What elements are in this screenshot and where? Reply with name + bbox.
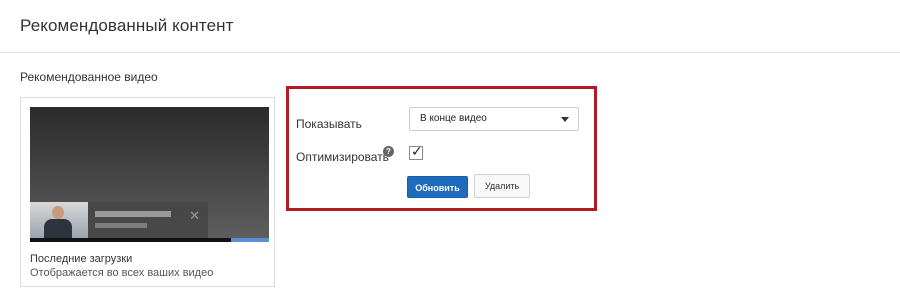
optimize-label: Оптимизировать <box>296 150 389 164</box>
settings-panel: Показывать В конце видео Оптимизировать … <box>286 86 597 211</box>
overlay-placeholder-line <box>95 211 171 217</box>
checkmark-icon: ✓ <box>411 143 423 159</box>
card-title: Последние загрузки <box>30 253 133 265</box>
overlay-placeholder-line <box>95 223 147 228</box>
presenter-head <box>52 206 64 219</box>
optimize-checkbox[interactable]: ✓ <box>409 143 423 160</box>
overlay-panel: ✕ <box>88 202 208 238</box>
section-title: Рекомендованное видео <box>20 70 158 84</box>
show-label: Показывать <box>296 117 362 131</box>
update-button[interactable]: Обновить <box>407 176 468 198</box>
page-header: Рекомендованный контент <box>0 0 900 53</box>
presenter-body <box>44 219 72 238</box>
chevron-down-icon <box>561 117 569 122</box>
card-subtitle: Отображается во всех ваших видео <box>30 267 214 279</box>
show-dropdown[interactable]: В конце видео <box>409 107 579 131</box>
show-dropdown-value: В конце видео <box>420 113 487 124</box>
close-icon[interactable]: ✕ <box>189 209 200 223</box>
page-title: Рекомендованный контент <box>20 16 234 35</box>
video-thumbnail[interactable]: ✕ <box>30 107 269 242</box>
presenter-thumbnail <box>30 202 88 238</box>
help-icon[interactable]: ? <box>383 146 394 157</box>
video-progress-fill <box>231 238 269 242</box>
end-screen-overlay: ✕ <box>30 202 208 238</box>
featured-video-card[interactable]: ✕ Последние загрузки Отображается во все… <box>20 97 275 287</box>
delete-button[interactable]: Удалить <box>474 174 530 198</box>
